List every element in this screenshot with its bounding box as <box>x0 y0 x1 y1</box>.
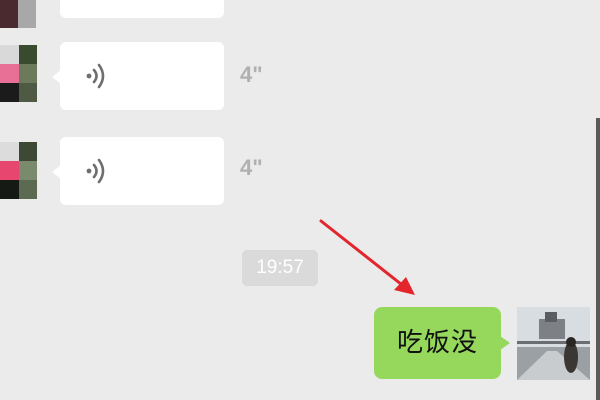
contact-avatar-partial[interactable] <box>0 0 36 28</box>
voice-message-bubble[interactable] <box>52 137 224 205</box>
avatar-photo <box>517 307 590 380</box>
contact-avatar[interactable] <box>0 142 37 199</box>
timestamp-pill: 19:57 <box>242 250 318 286</box>
outgoing-text-bubble[interactable]: 吃饭没 <box>374 307 510 379</box>
voice-wave-icon <box>86 63 105 89</box>
voice-wave-icon <box>86 158 105 184</box>
voice-message-bubble[interactable] <box>52 42 224 110</box>
self-avatar[interactable] <box>517 307 590 380</box>
voice-duration: 4" <box>240 62 263 87</box>
contact-avatar[interactable] <box>0 45 37 102</box>
red-arrow-annotation <box>319 219 415 295</box>
voice-duration: 4" <box>240 155 263 180</box>
scrollbar[interactable] <box>596 118 600 400</box>
message-bubble-partial[interactable] <box>60 0 224 18</box>
